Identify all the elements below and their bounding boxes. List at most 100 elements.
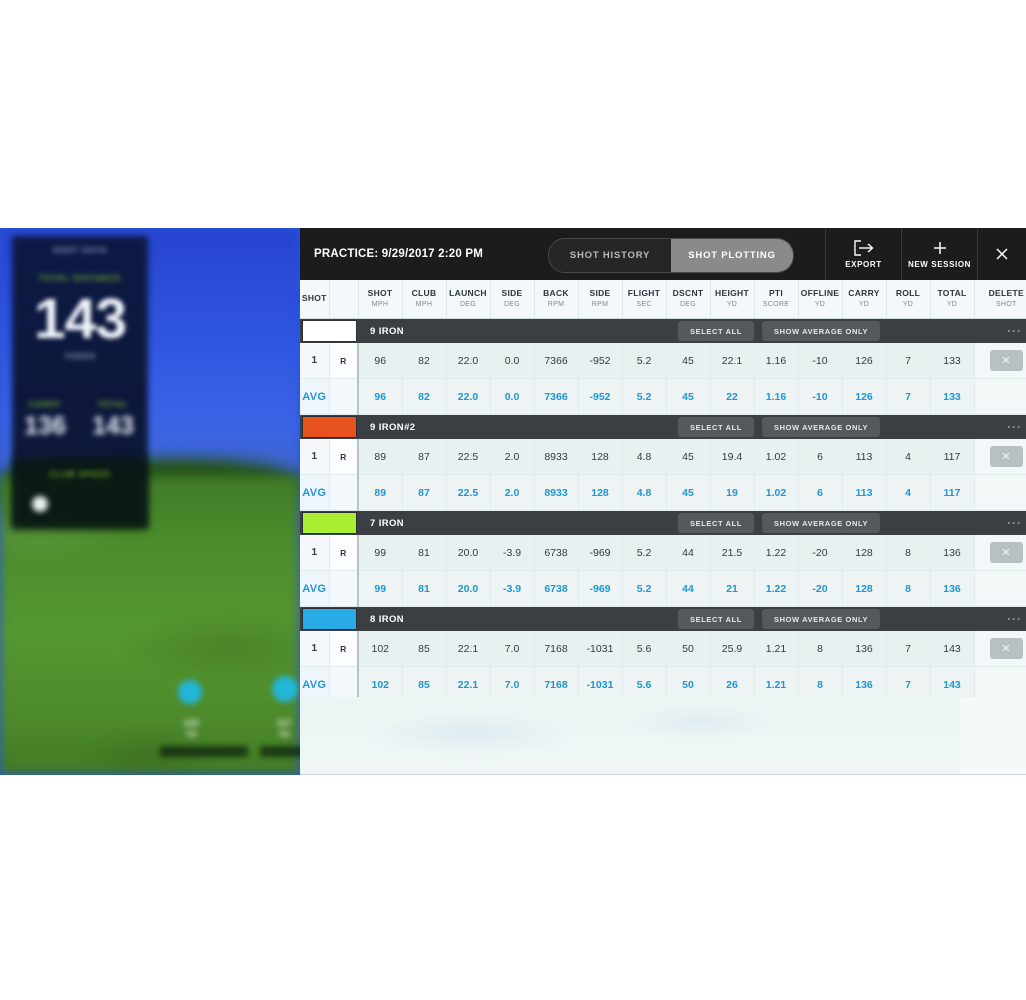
average-value-shot_mph: 96 (358, 378, 403, 415)
select-all-button[interactable]: SELECT ALL (678, 417, 754, 437)
column-header-shot_mph[interactable]: SHOT MPH (358, 280, 403, 319)
average-value-side_deg: -3.9 (490, 570, 535, 607)
shot-value-back_rpm: 8933 (534, 439, 579, 475)
column-header-unit: SCORE (762, 300, 790, 308)
column-header-unit: YD (858, 300, 870, 308)
show-average-only-button[interactable]: SHOW AVERAGE ONLY (761, 417, 881, 437)
average-value-height: 22 (710, 378, 755, 415)
show-average-only-button[interactable]: SHOW AVERAGE ONLY (761, 321, 881, 341)
table-row[interactable]: 1 R 102 85 22.1 7.0 7168 -1031 5.6 50 25.9 1.21 8 136… (300, 631, 1026, 667)
group-overflow-menu-icon[interactable]: ··· (1007, 415, 1022, 439)
show-average-only-button[interactable]: SHOW AVERAGE ONLY (761, 609, 881, 629)
column-header-club_mph[interactable]: CLUB MPH (402, 280, 447, 319)
club-color-swatch[interactable] (302, 608, 357, 630)
column-header-title: CARRY (848, 287, 880, 298)
sim-marker-value-0: 133 (183, 718, 199, 728)
average-value-flight: 5.2 (622, 378, 667, 415)
average-value-roll: 7 (886, 378, 931, 415)
club-color-swatch[interactable] (302, 512, 357, 534)
average-value-launch: 22.5 (446, 474, 491, 511)
club-color-swatch[interactable] (302, 320, 357, 342)
shot-number-cell: 1 (300, 535, 330, 571)
sim-marker-unit-1: YD (278, 730, 290, 739)
sim-hud-secondary-label-1: TOTAL (97, 400, 129, 409)
sim-hud-secondary-label-0: CARRY (28, 400, 62, 409)
average-row: AVG 89 87 22.5 2.0 8933 128 4.8 45 19 1.02 6 113 4 117 (300, 474, 1026, 511)
application-window: SHOT DATA TOTAL DISTANCE 143 YARDS CARRY… (0, 228, 1026, 775)
column-header-roll[interactable]: ROLL YD (886, 280, 931, 319)
column-header-flight[interactable]: FLIGHT SEC (622, 280, 667, 319)
column-header-side_deg[interactable]: SIDE DEG (490, 280, 535, 319)
column-header-dscnt[interactable]: DSCNT DEG (666, 280, 711, 319)
column-header-title: OFFLINE (800, 287, 840, 298)
shot-value-offline: -10 (798, 343, 843, 379)
column-header-title: DSCNT (672, 287, 704, 298)
export-button[interactable]: EXPORT (825, 228, 901, 280)
column-header-side_rpm[interactable]: SIDE RPM (578, 280, 623, 319)
column-header-unit: DEG (503, 300, 521, 308)
group-overflow-menu-icon[interactable]: ··· (1007, 319, 1022, 343)
sim-marker-value-1: 117 (276, 718, 292, 728)
delete-shot-button[interactable]: ✕ (989, 446, 1023, 467)
average-value-flight: 5.2 (622, 570, 667, 607)
column-header-pti[interactable]: PTI SCORE (754, 280, 799, 319)
shot-number-cell: 1 (300, 343, 330, 379)
club-group-name: 7 IRON (370, 517, 405, 529)
average-value-side_deg: 2.0 (490, 474, 535, 511)
column-header-offline[interactable]: OFFLINE YD (798, 280, 843, 319)
close-icon (994, 246, 1010, 262)
shot-value-side_rpm: -952 (578, 343, 623, 379)
select-all-button[interactable]: SELECT ALL (678, 609, 754, 629)
average-value-side_deg: 0.0 (490, 378, 535, 415)
new-session-button[interactable]: NEW SESSION (901, 228, 977, 280)
column-header-back_rpm[interactable]: BACK RPM (534, 280, 579, 319)
average-value-pti: 1.02 (754, 474, 799, 511)
select-all-button[interactable]: SELECT ALL (678, 513, 754, 533)
column-header-launch[interactable]: LAUNCH DEG (446, 280, 491, 319)
shot-value-side_rpm: 128 (578, 439, 623, 475)
select-all-button[interactable]: SELECT ALL (678, 321, 754, 341)
column-header-carry[interactable]: CARRY YD (842, 280, 887, 319)
club-group-buttons: SELECT ALL SHOW AVERAGE ONLY (678, 513, 881, 533)
shot-value-shot_mph: 99 (358, 535, 403, 571)
delete-shot-button[interactable]: ✕ (989, 350, 1023, 371)
tab-shot-history[interactable]: SHOT HISTORY (549, 239, 671, 272)
table-row[interactable]: 1 R 99 81 20.0 -3.9 6738 -969 5.2 44 21.5 1.22 -20 12… (300, 535, 1026, 571)
club-group-header: 7 IRON SELECT ALL SHOW AVERAGE ONLY ··· (300, 510, 1026, 535)
average-value-pti: 1.22 (754, 570, 799, 607)
tab-shot-plotting[interactable]: SHOT PLOTTING (671, 239, 793, 272)
column-header-delete[interactable]: DELETE SHOT (974, 280, 1026, 319)
view-mode-toggle[interactable]: SHOT HISTORY SHOT PLOTTING (548, 238, 794, 273)
average-value-side_rpm: -969 (578, 570, 623, 607)
delete-shot-button[interactable]: ✕ (989, 638, 1023, 659)
column-header-shot_no[interactable]: SHOT (300, 280, 330, 319)
close-button[interactable] (977, 228, 1026, 280)
shot-value-roll: 4 (886, 439, 931, 475)
group-overflow-menu-icon[interactable]: ··· (1007, 607, 1022, 631)
average-value-pti: 1.16 (754, 378, 799, 415)
group-overflow-menu-icon[interactable]: ··· (1007, 511, 1022, 535)
table-row[interactable]: 1 R 96 82 22.0 0.0 7366 -952 5.2 45 22.1 1.16 -10 126… (300, 343, 1026, 379)
delete-shot-button[interactable]: ✕ (989, 542, 1023, 563)
average-value-carry: 126 (842, 378, 887, 415)
column-header-total[interactable]: TOTAL YD (930, 280, 975, 319)
club-color-swatch[interactable] (302, 416, 357, 438)
column-header-title: DELETE (988, 287, 1024, 298)
shot-value-height: 22.1 (710, 343, 755, 379)
average-value-club_mph: 82 (402, 378, 447, 415)
shot-number-cell: 1 (300, 439, 330, 475)
column-header-title: CLUB (411, 287, 437, 298)
average-delete-cell (974, 570, 1026, 607)
table-row[interactable]: 1 R 89 87 22.5 2.0 8933 128 4.8 45 19.4 1.02 6 113 4 11… (300, 439, 1026, 475)
column-header-height[interactable]: HEIGHT YD (710, 280, 755, 319)
shot-value-roll: 7 (886, 631, 931, 667)
shot-value-launch: 22.0 (446, 343, 491, 379)
shot-value-club_mph: 82 (402, 343, 447, 379)
club-group-header-cell: 7 IRON SELECT ALL SHOW AVERAGE ONLY ··· (300, 510, 1026, 535)
show-average-only-button[interactable]: SHOW AVERAGE ONLY (761, 513, 881, 533)
club-group-header-inner: 7 IRON SELECT ALL SHOW AVERAGE ONLY ··· (300, 511, 1026, 535)
shot-value-launch: 22.5 (446, 439, 491, 475)
average-value-carry: 113 (842, 474, 887, 511)
shot-value-launch: 22.1 (446, 631, 491, 667)
table-empty-glow-left (320, 703, 620, 763)
